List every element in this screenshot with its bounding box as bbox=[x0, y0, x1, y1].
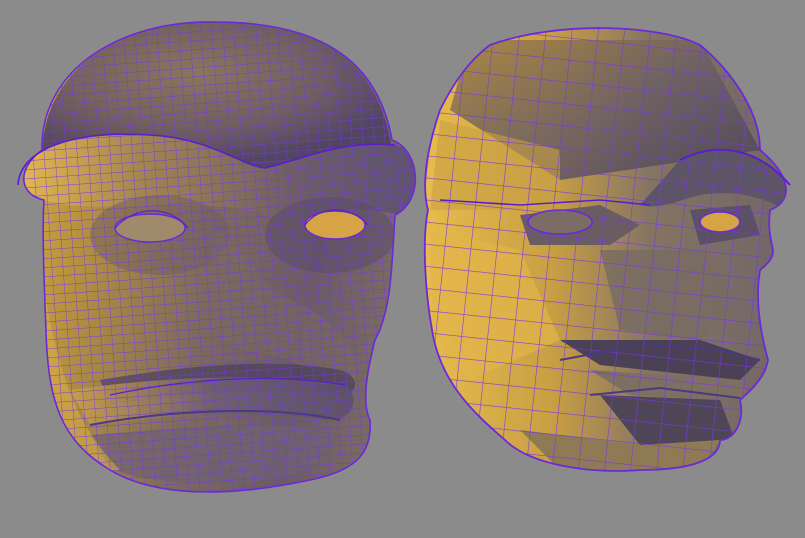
cage-left-eye bbox=[527, 209, 593, 235]
cage-right-eye bbox=[699, 211, 741, 233]
low-poly-head-model[interactable] bbox=[420, 0, 805, 538]
3d-viewport[interactable] bbox=[0, 0, 805, 538]
scene-canvas[interactable] bbox=[0, 0, 805, 538]
smoothed-head-model[interactable] bbox=[0, 0, 430, 538]
